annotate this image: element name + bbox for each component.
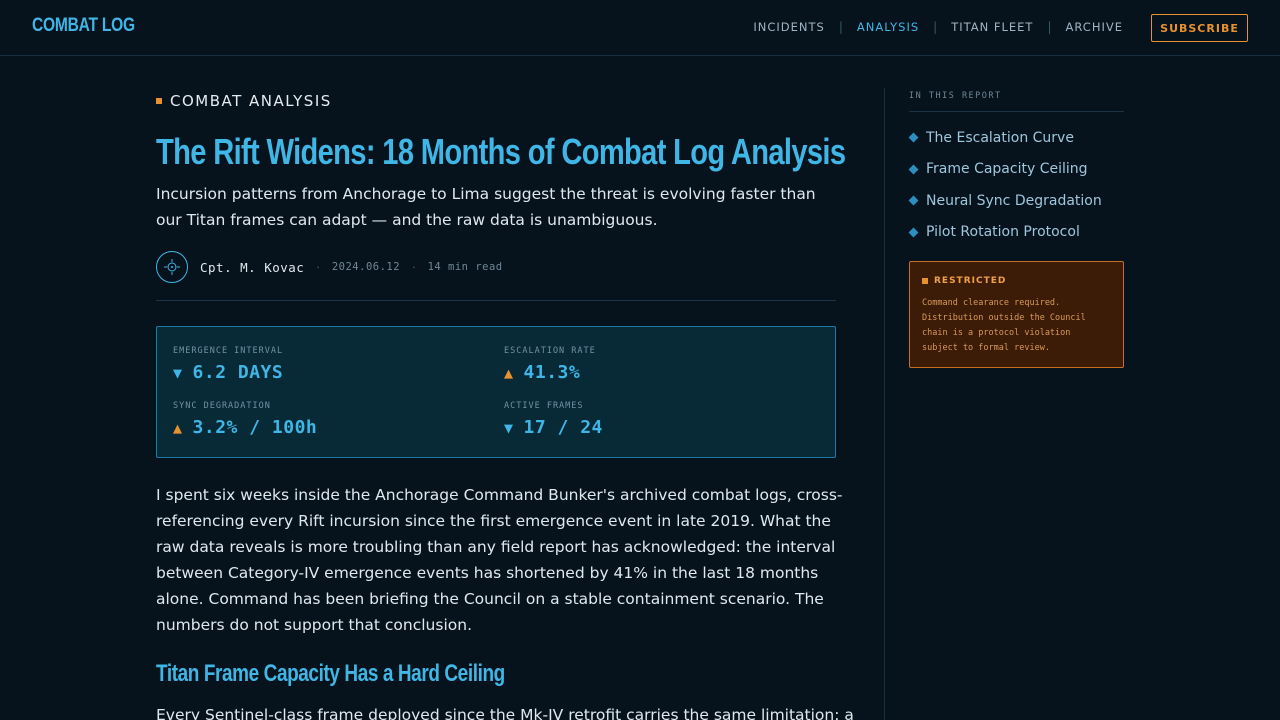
stat-label: ESCALATION RATE	[504, 346, 596, 356]
article-paragraph: Every Sentinel-class frame deployed sinc…	[156, 706, 854, 720]
article-kicker: COMBAT ANALYSIS	[156, 92, 332, 110]
read-time: 14 min read	[427, 261, 503, 273]
stat-value: 3.2% / 100h	[192, 417, 318, 438]
divider	[156, 300, 836, 301]
nav-separator: |	[838, 20, 843, 34]
sidebar: IN THIS REPORT The Escalation Curve Fram…	[908, 88, 1124, 249]
restricted-header: RESTRICTED	[922, 276, 1111, 286]
stat-escalation-rate: ESCALATION RATE ▲ 41.3%	[504, 346, 596, 383]
stats-panel: EMERGENCE INTERVAL ▼ 6.2 DAYS ESCALATION…	[156, 326, 836, 458]
nav-incidents[interactable]: INCIDENTS	[753, 20, 824, 34]
restricted-body: Command clearance required. Distribution…	[922, 298, 1086, 353]
stat-label: EMERGENCE INTERVAL	[173, 346, 284, 356]
section-heading: Titan Frame Capacity Has a Hard Ceiling	[156, 660, 505, 687]
article-dek: Incursion patterns from Anchorage to Lim…	[156, 185, 816, 229]
sidebar-divider	[884, 88, 885, 720]
diamond-bullet-icon	[908, 132, 919, 143]
toc-link[interactable]: Pilot Rotation Protocol	[926, 224, 1080, 240]
kicker-square-icon	[156, 98, 162, 104]
nav-separator: |	[933, 20, 938, 34]
nav-titan-fleet[interactable]: TITAN FLEET	[951, 20, 1033, 34]
article-paragraph: I spent six weeks inside the Anchorage C…	[156, 486, 843, 634]
toc-item-neural-sync[interactable]: Neural Sync Degradation	[908, 185, 1124, 217]
nav-analysis[interactable]: ANALYSIS	[857, 20, 919, 34]
stat-label: SYNC DEGRADATION	[173, 401, 271, 411]
crosshair-icon	[164, 259, 180, 275]
kicker-label: COMBAT ANALYSIS	[170, 92, 332, 110]
stat-value: 17 / 24	[523, 417, 603, 438]
toc-link[interactable]: Neural Sync Degradation	[926, 193, 1102, 209]
warning-square-icon	[922, 278, 928, 284]
arrow-up-icon: ▲	[504, 363, 514, 382]
table-of-contents: The Escalation Curve Frame Capacity Ceil…	[908, 122, 1124, 249]
main-nav: INCIDENTS | ANALYSIS | TITAN FLEET | ARC…	[753, 20, 1123, 34]
diamond-bullet-icon	[908, 164, 919, 175]
restricted-title: RESTRICTED	[934, 276, 1007, 286]
arrow-down-icon: ▼	[504, 418, 514, 437]
byline: Cpt. M. Kovac · 2024.06.12 · 14 min read	[156, 251, 503, 283]
arrow-down-icon: ▼	[173, 363, 183, 382]
toc-link[interactable]: The Escalation Curve	[926, 130, 1074, 146]
author-avatar[interactable]	[156, 251, 188, 283]
stat-active-frames: ACTIVE FRAMES ▼ 17 / 24	[504, 401, 603, 438]
author-name[interactable]: Cpt. M. Kovac	[200, 260, 304, 275]
top-bar: COMBAT LOG INCIDENTS | ANALYSIS | TITAN …	[0, 0, 1280, 56]
toc-item-frame-capacity[interactable]: Frame Capacity Ceiling	[908, 154, 1124, 186]
stat-emergence-interval: EMERGENCE INTERVAL ▼ 6.2 DAYS	[173, 346, 283, 383]
arrow-up-icon: ▲	[173, 418, 183, 437]
diamond-bullet-icon	[908, 195, 919, 206]
meta-separator: ·	[316, 260, 320, 274]
toc-link[interactable]: Frame Capacity Ceiling	[926, 161, 1088, 177]
stat-sync-degradation: SYNC DEGRADATION ▲ 3.2% / 100h	[173, 401, 317, 438]
stat-value: 41.3%	[523, 362, 581, 383]
nav-separator: |	[1047, 20, 1052, 34]
stat-label: ACTIVE FRAMES	[504, 401, 584, 411]
stat-value-row: ▼ 6.2 DAYS	[173, 362, 283, 383]
toc-title: IN THIS REPORT	[909, 91, 1124, 112]
meta-separator: ·	[412, 260, 416, 274]
publish-date: 2024.06.12	[331, 261, 401, 273]
stat-value-row: ▲ 3.2% / 100h	[173, 417, 317, 438]
toc-item-escalation-curve[interactable]: The Escalation Curve	[908, 122, 1124, 154]
toc-item-pilot-rotation[interactable]: Pilot Rotation Protocol	[908, 217, 1124, 249]
nav-archive[interactable]: ARCHIVE	[1066, 20, 1124, 34]
site-logo[interactable]: COMBAT LOG	[32, 15, 135, 37]
diamond-bullet-icon	[908, 227, 919, 238]
restricted-notice: RESTRICTED Command clearance required. D…	[909, 261, 1124, 368]
article-title: The Rift Widens: 18 Months of Combat Log…	[156, 131, 846, 172]
stat-value-row: ▲ 41.3%	[504, 362, 596, 383]
stat-value-row: ▼ 17 / 24	[504, 417, 603, 438]
subscribe-button[interactable]: SUBSCRIBE	[1151, 14, 1248, 42]
stat-value: 6.2 DAYS	[192, 362, 284, 383]
